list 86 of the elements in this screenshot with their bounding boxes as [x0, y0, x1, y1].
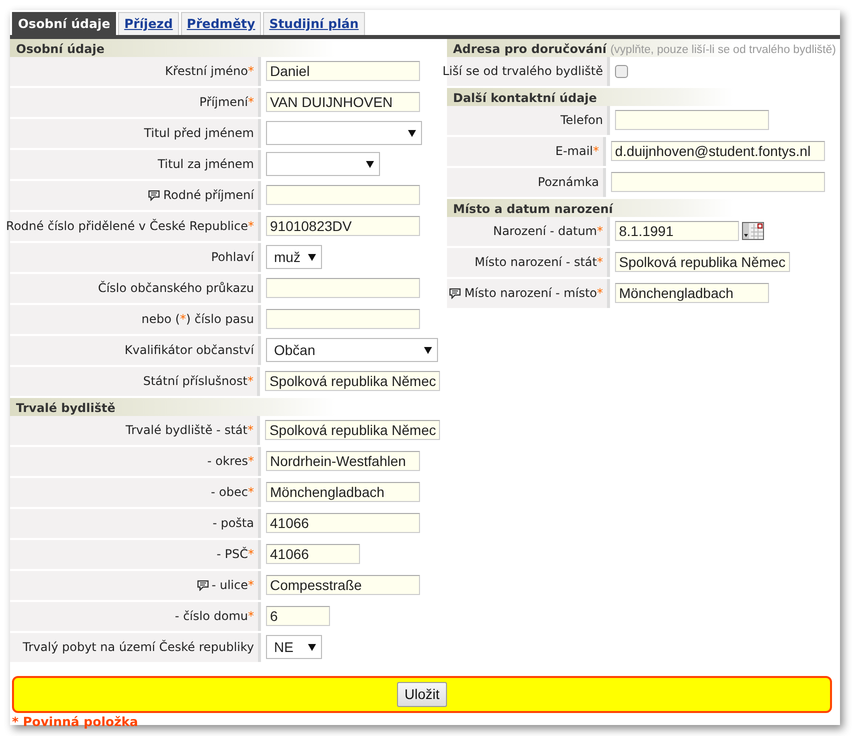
input-field[interactable]: Spolková republika Němec — [265, 420, 440, 440]
calendar-icon[interactable] — [742, 222, 764, 240]
section-title: Další kontaktní údaje — [453, 90, 597, 105]
select-field[interactable]: muž — [266, 245, 322, 270]
tab[interactable]: Předměty — [180, 12, 262, 35]
input-field[interactable]: d.duijnhoven@student.fontys.nl — [611, 141, 825, 162]
field-label: Číslo občanského průkazu — [98, 280, 254, 298]
required-mark: * — [248, 577, 254, 594]
required-mark: * — [597, 254, 603, 272]
field-label: Křestní jméno — [165, 63, 248, 80]
tab[interactable]: Osobní údaje — [12, 12, 116, 35]
select-field[interactable] — [266, 121, 422, 146]
input-field[interactable]: Mönchengladbach — [266, 482, 420, 502]
save-button[interactable]: Uložit — [397, 682, 446, 707]
required-mark: * — [247, 373, 254, 390]
caret-icon — [424, 346, 432, 354]
input-field[interactable]: 6 — [266, 606, 330, 626]
field-label: Státní příslušnost — [143, 373, 248, 390]
input-field[interactable] — [266, 309, 420, 330]
input-field[interactable] — [266, 185, 420, 206]
input-field[interactable]: Mönchengladbach — [615, 283, 769, 304]
required-mark: * — [248, 546, 254, 564]
section-title: Trvalé bydliště — [16, 400, 116, 415]
field-label: nebo ( — [142, 311, 180, 328]
caret-icon — [366, 160, 374, 168]
field-label: Poznámka — [538, 174, 599, 192]
input-field[interactable] — [611, 172, 825, 192]
field-label: - obec — [210, 484, 248, 502]
input-field[interactable]: Spolková republika Němec — [615, 252, 790, 272]
required-mark: * — [180, 311, 186, 328]
select-field[interactable] — [266, 152, 380, 176]
required-mark: * — [248, 608, 254, 626]
input-field[interactable] — [615, 110, 769, 130]
input-field[interactable]: VAN DUIJNHOVEN — [266, 92, 420, 112]
field-label: Rodné číslo přidělené v České Republice — [6, 218, 248, 236]
field-label: Titul za jménem — [158, 156, 254, 174]
field-label: Kvalifikátor občanství — [124, 342, 254, 360]
field-label: E-mail — [555, 143, 593, 160]
field-label: - okres — [207, 453, 248, 470]
input-field[interactable] — [266, 278, 420, 298]
section-title: Místo a datum narození — [453, 202, 613, 216]
required-mark: * — [248, 94, 254, 112]
field-label: Pohlaví — [211, 249, 254, 266]
field-label: Telefon — [560, 112, 603, 130]
required-mark: * — [248, 453, 254, 470]
input-field[interactable]: Nordrhein-Westfahlen — [266, 451, 420, 472]
caret-icon — [408, 130, 416, 137]
required-mark: * — [248, 218, 254, 236]
required-legend: * Povinná položka — [10, 712, 840, 732]
required-mark: * — [248, 484, 254, 502]
field-label: Místo narození - místo — [464, 285, 597, 302]
field-label: Narození - datum — [493, 223, 597, 240]
field-label: - ulice — [212, 577, 248, 594]
required-mark: * — [597, 223, 603, 240]
field-label: Trvalý pobyt na území České republiky — [22, 638, 254, 656]
select-field[interactable]: Občan — [266, 338, 438, 362]
caret-icon — [308, 644, 316, 651]
field-label: ) číslo pasu — [186, 311, 254, 328]
select-field[interactable]: NE — [266, 635, 322, 660]
section-hint: (vyplňte, pouze liší-li se od trvalého bydliště) — [610, 44, 836, 56]
field-label: - pošta — [212, 515, 254, 532]
tab[interactable]: Studijní plán — [263, 12, 365, 35]
input-field[interactable]: 91010823DV — [266, 216, 420, 236]
field-label: Titul před jménem — [144, 125, 254, 142]
input-field[interactable]: Daniel — [266, 61, 420, 82]
field-label: Místo narození - stát — [474, 254, 597, 272]
field-label: Rodné příjmení — [163, 187, 254, 204]
field-label: Příjmení — [199, 94, 248, 112]
input-field[interactable]: Compesstraße — [266, 575, 420, 596]
section-title: Adresa pro doručování — [453, 42, 607, 56]
field-label: - PSČ — [216, 546, 248, 564]
required-mark: * — [248, 63, 254, 80]
required-mark: * — [593, 143, 599, 160]
required-mark: * — [597, 285, 603, 302]
checkbox[interactable] — [615, 64, 628, 78]
field-label: Trvalé bydliště - stát — [126, 422, 248, 440]
field-label: - číslo domu — [174, 608, 248, 626]
tab[interactable]: Příjezd — [118, 12, 179, 35]
field-label: Liší se od trvalého bydliště — [442, 63, 603, 80]
required-mark: * — [247, 422, 254, 440]
input-field[interactable]: 41066 — [266, 513, 420, 534]
date-field[interactable]: 8.1.1991 — [615, 221, 739, 242]
input-field[interactable]: 41066 — [266, 544, 360, 564]
section-title: Osobní údaje — [16, 42, 104, 56]
input-field[interactable]: Spolková republika Němec — [265, 371, 440, 392]
caret-icon — [308, 254, 316, 261]
